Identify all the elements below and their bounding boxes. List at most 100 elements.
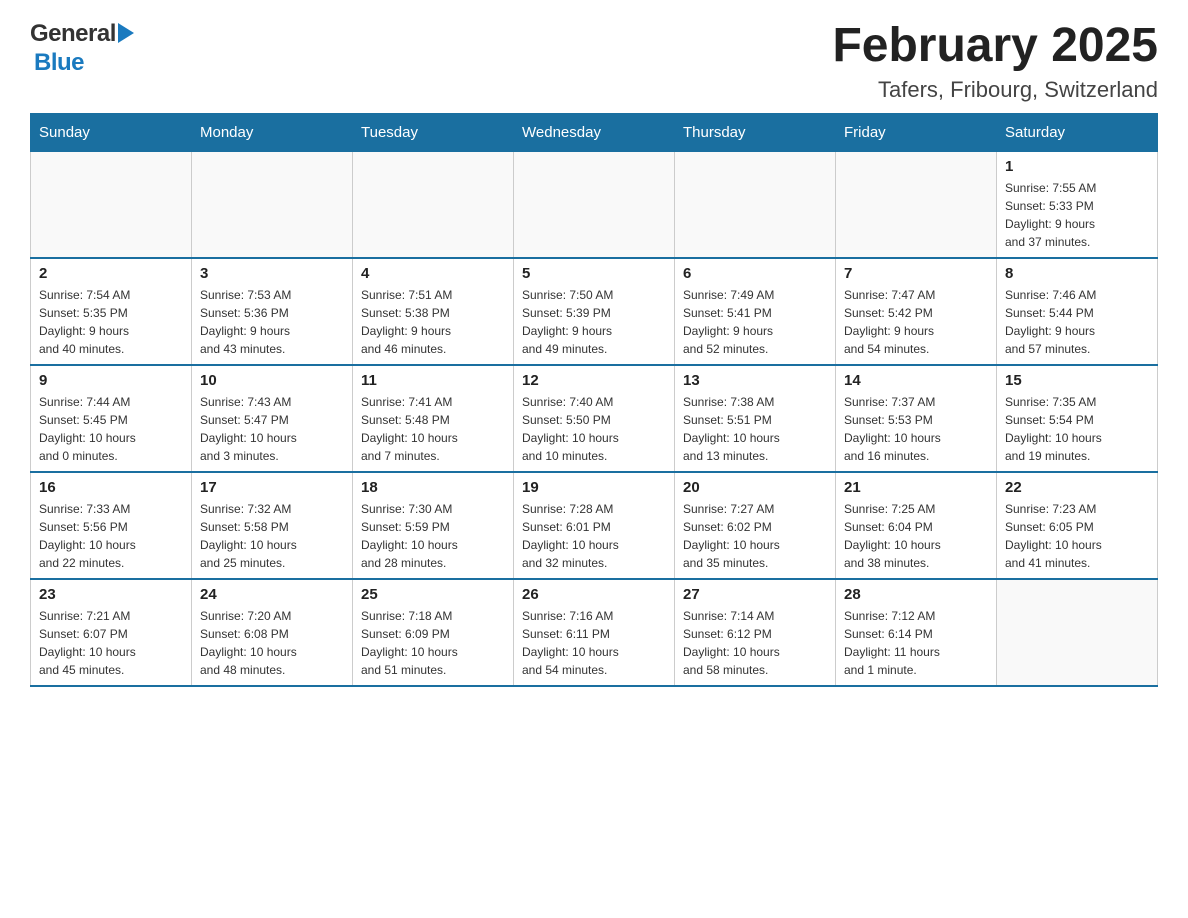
day-info: Sunrise: 7:30 AM Sunset: 5:59 PM Dayligh… (361, 500, 505, 572)
header-tuesday: Tuesday (353, 113, 514, 151)
calendar-cell (675, 151, 836, 258)
logo: General Blue (30, 20, 134, 78)
calendar-cell: 7Sunrise: 7:47 AM Sunset: 5:42 PM Daylig… (836, 258, 997, 365)
calendar-cell: 21 Sunrise: 7:25 AM Sunset: 6:04 PM Dayli… (836, 472, 997, 579)
header-row: Sunday Monday Tuesday Wednesday Thursday… (31, 113, 1158, 151)
calendar-week-0: 1Sunrise: 7:55 AM Sunset: 5:33 PM Daylig… (31, 151, 1158, 258)
calendar-cell (514, 151, 675, 258)
day-number: 9 (39, 372, 183, 389)
calendar-cell: 24 Sunrise: 7:20 AM Sunset: 6:08 PM Dayli… (192, 579, 353, 686)
calendar-table: Sunday Monday Tuesday Wednesday Thursday… (30, 113, 1158, 687)
page-header: General Blue February 2025 Tafers, Fribo… (30, 20, 1158, 103)
day-number: 2 (39, 265, 183, 282)
calendar-cell: 16 Sunrise: 7:33 AM Sunset: 5:56 PM Dayli… (31, 472, 192, 579)
day-info: Sunrise: 7:18 AM Sunset: 6:09 PM Dayligh… (361, 607, 505, 679)
day-number: 14 (844, 372, 988, 389)
location-title: Tafers, Fribourg, Switzerland (832, 77, 1158, 103)
day-number: 11 (361, 372, 505, 389)
day-info: Sunrise: 7:46 AM Sunset: 5:44 PM Dayligh… (1005, 286, 1149, 358)
calendar-cell: 20 Sunrise: 7:27 AM Sunset: 6:02 PM Dayli… (675, 472, 836, 579)
header-saturday: Saturday (997, 113, 1158, 151)
header-thursday: Thursday (675, 113, 836, 151)
calendar-cell: 18 Sunrise: 7:30 AM Sunset: 5:59 PM Dayli… (353, 472, 514, 579)
day-number: 20 (683, 479, 827, 496)
day-number: 16 (39, 479, 183, 496)
day-info: Sunrise: 7:38 AM Sunset: 5:51 PM Dayligh… (683, 393, 827, 465)
day-number: 21 (844, 479, 988, 496)
calendar-cell: 17Sunrise: 7:32 AM Sunset: 5:58 PM Dayli… (192, 472, 353, 579)
calendar-cell: 5 Sunrise: 7:50 AM Sunset: 5:39 PM Daylig… (514, 258, 675, 365)
page-title: February 2025 (832, 20, 1158, 73)
calendar-cell: 11 Sunrise: 7:41 AM Sunset: 5:48 PM Dayli… (353, 365, 514, 472)
day-number: 12 (522, 372, 666, 389)
calendar-cell: 26 Sunrise: 7:16 AM Sunset: 6:11 PM Dayli… (514, 579, 675, 686)
calendar-cell: 4 Sunrise: 7:51 AM Sunset: 5:38 PM Daylig… (353, 258, 514, 365)
day-number: 4 (361, 265, 505, 282)
day-info: Sunrise: 7:20 AM Sunset: 6:08 PM Dayligh… (200, 607, 344, 679)
calendar-cell: 9 Sunrise: 7:44 AM Sunset: 5:45 PM Daylig… (31, 365, 192, 472)
calendar-cell: 14Sunrise: 7:37 AM Sunset: 5:53 PM Dayli… (836, 365, 997, 472)
day-info: Sunrise: 7:49 AM Sunset: 5:41 PM Dayligh… (683, 286, 827, 358)
day-info: Sunrise: 7:51 AM Sunset: 5:38 PM Dayligh… (361, 286, 505, 358)
day-number: 26 (522, 586, 666, 603)
day-number: 1 (1005, 158, 1149, 175)
calendar-body: 1Sunrise: 7:55 AM Sunset: 5:33 PM Daylig… (31, 151, 1158, 686)
logo-general-text: General (30, 20, 116, 49)
calendar-week-1: 2 Sunrise: 7:54 AM Sunset: 5:35 PM Daylig… (31, 258, 1158, 365)
day-number: 3 (200, 265, 344, 282)
day-info: Sunrise: 7:35 AM Sunset: 5:54 PM Dayligh… (1005, 393, 1149, 465)
day-info: Sunrise: 7:53 AM Sunset: 5:36 PM Dayligh… (200, 286, 344, 358)
logo-arrow-icon (118, 23, 134, 43)
title-section: February 2025 Tafers, Fribourg, Switzerl… (832, 20, 1158, 103)
day-number: 5 (522, 265, 666, 282)
day-number: 19 (522, 479, 666, 496)
logo-blue-text: Blue (34, 49, 84, 78)
calendar-cell: 28 Sunrise: 7:12 AM Sunset: 6:14 PM Dayli… (836, 579, 997, 686)
calendar-cell (836, 151, 997, 258)
day-info: Sunrise: 7:40 AM Sunset: 5:50 PM Dayligh… (522, 393, 666, 465)
day-info: Sunrise: 7:50 AM Sunset: 5:39 PM Dayligh… (522, 286, 666, 358)
calendar-cell: 8 Sunrise: 7:46 AM Sunset: 5:44 PM Daylig… (997, 258, 1158, 365)
day-number: 25 (361, 586, 505, 603)
calendar-cell: 15 Sunrise: 7:35 AM Sunset: 5:54 PM Dayli… (997, 365, 1158, 472)
day-info: Sunrise: 7:47 AM Sunset: 5:42 PM Dayligh… (844, 286, 988, 358)
day-number: 18 (361, 479, 505, 496)
calendar-cell (31, 151, 192, 258)
day-info: Sunrise: 7:33 AM Sunset: 5:56 PM Dayligh… (39, 500, 183, 572)
day-info: Sunrise: 7:54 AM Sunset: 5:35 PM Dayligh… (39, 286, 183, 358)
calendar-cell: 2 Sunrise: 7:54 AM Sunset: 5:35 PM Daylig… (31, 258, 192, 365)
day-number: 6 (683, 265, 827, 282)
calendar-cell: 23Sunrise: 7:21 AM Sunset: 6:07 PM Dayli… (31, 579, 192, 686)
day-info: Sunrise: 7:27 AM Sunset: 6:02 PM Dayligh… (683, 500, 827, 572)
day-info: Sunrise: 7:16 AM Sunset: 6:11 PM Dayligh… (522, 607, 666, 679)
calendar-week-4: 23Sunrise: 7:21 AM Sunset: 6:07 PM Dayli… (31, 579, 1158, 686)
header-monday: Monday (192, 113, 353, 151)
calendar-cell: 22Sunrise: 7:23 AM Sunset: 6:05 PM Dayli… (997, 472, 1158, 579)
calendar-cell: 27Sunrise: 7:14 AM Sunset: 6:12 PM Dayli… (675, 579, 836, 686)
calendar-cell (353, 151, 514, 258)
header-sunday: Sunday (31, 113, 192, 151)
day-info: Sunrise: 7:44 AM Sunset: 5:45 PM Dayligh… (39, 393, 183, 465)
day-info: Sunrise: 7:23 AM Sunset: 6:05 PM Dayligh… (1005, 500, 1149, 572)
calendar-cell: 1Sunrise: 7:55 AM Sunset: 5:33 PM Daylig… (997, 151, 1158, 258)
day-number: 28 (844, 586, 988, 603)
day-info: Sunrise: 7:28 AM Sunset: 6:01 PM Dayligh… (522, 500, 666, 572)
calendar-week-2: 9 Sunrise: 7:44 AM Sunset: 5:45 PM Daylig… (31, 365, 1158, 472)
day-number: 24 (200, 586, 344, 603)
day-info: Sunrise: 7:21 AM Sunset: 6:07 PM Dayligh… (39, 607, 183, 679)
calendar-cell: 3 Sunrise: 7:53 AM Sunset: 5:36 PM Daylig… (192, 258, 353, 365)
day-number: 17 (200, 479, 344, 496)
day-number: 13 (683, 372, 827, 389)
calendar-header: Sunday Monday Tuesday Wednesday Thursday… (31, 113, 1158, 151)
calendar-cell: 19 Sunrise: 7:28 AM Sunset: 6:01 PM Dayli… (514, 472, 675, 579)
day-number: 15 (1005, 372, 1149, 389)
header-wednesday: Wednesday (514, 113, 675, 151)
day-number: 10 (200, 372, 344, 389)
day-info: Sunrise: 7:12 AM Sunset: 6:14 PM Dayligh… (844, 607, 988, 679)
day-info: Sunrise: 7:41 AM Sunset: 5:48 PM Dayligh… (361, 393, 505, 465)
day-info: Sunrise: 7:25 AM Sunset: 6:04 PM Dayligh… (844, 500, 988, 572)
calendar-cell (997, 579, 1158, 686)
header-friday: Friday (836, 113, 997, 151)
day-info: Sunrise: 7:43 AM Sunset: 5:47 PM Dayligh… (200, 393, 344, 465)
day-number: 8 (1005, 265, 1149, 282)
